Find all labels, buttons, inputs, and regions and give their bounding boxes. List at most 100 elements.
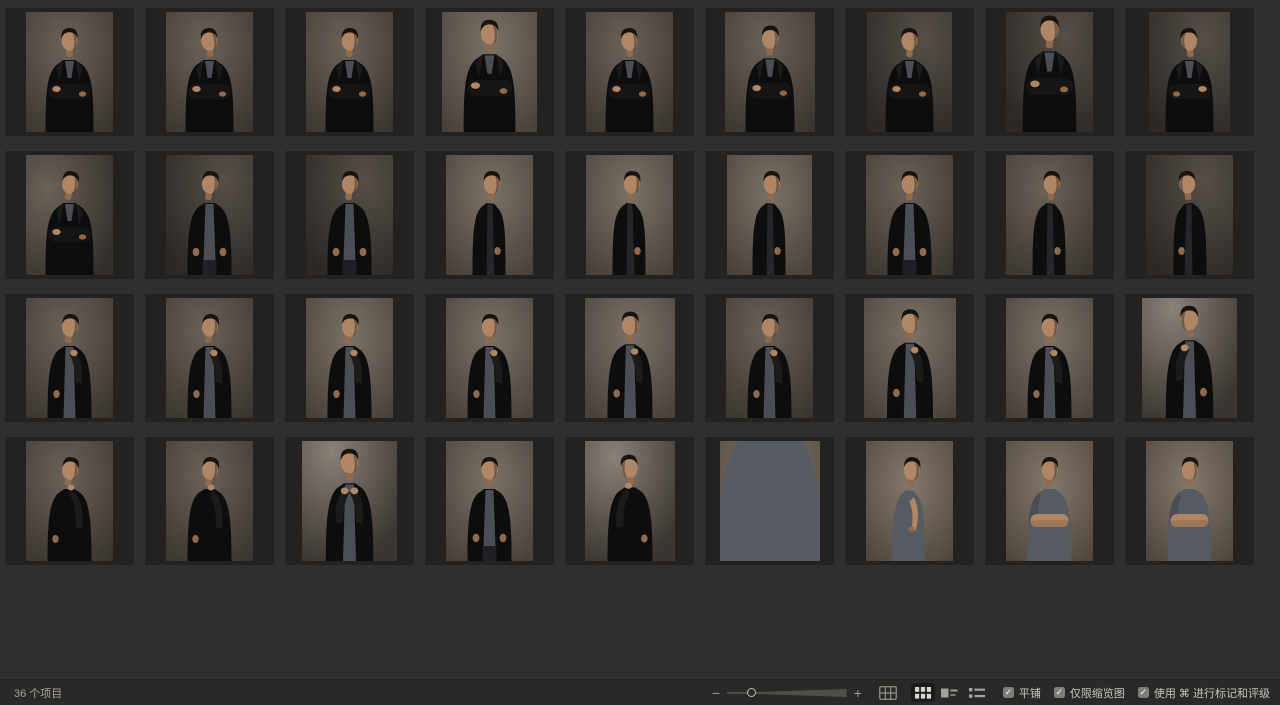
photo-thumbnail [725, 12, 815, 132]
checkbox-icon[interactable]: ✓ [1138, 687, 1149, 698]
thumbnail-cell[interactable] [845, 294, 974, 422]
photo-thumbnail [166, 441, 253, 561]
thumbnail-cell[interactable] [705, 294, 834, 422]
thumbnail-cell[interactable] [145, 437, 274, 565]
thumbnail-cell[interactable] [845, 8, 974, 136]
photo-thumbnail [586, 12, 673, 132]
photo-thumbnail [166, 298, 253, 418]
photo-thumbnail [26, 441, 113, 561]
photo-thumbnail [726, 298, 813, 418]
photo-thumbnail [585, 298, 675, 418]
list-view-button[interactable] [965, 683, 989, 702]
thumbnail-cell[interactable] [425, 294, 554, 422]
photo-thumbnail [302, 441, 397, 561]
checkbox-icon[interactable]: ✓ [1054, 687, 1065, 698]
photo-thumbnail [586, 155, 673, 275]
status-bar: 36 个项目 − + ✓ 平铺 ✓ 仅限缩览图 ✓ 使用 ⌘ 进行标记和评级 [0, 679, 1280, 705]
thumbnail-size-slider[interactable] [727, 686, 847, 699]
thumbnail-cell[interactable] [565, 151, 694, 279]
photo-thumbnail [446, 155, 533, 275]
photo-thumbnail [1146, 441, 1233, 561]
thumbnail-grid-view-button[interactable] [911, 683, 935, 702]
thumbnail-cell[interactable] [705, 151, 834, 279]
thumbnail-cell[interactable] [1125, 8, 1254, 136]
grid-frame-toggle-button[interactable] [876, 683, 900, 702]
thumbnail-cell[interactable] [565, 437, 694, 565]
details-view-button[interactable] [938, 683, 962, 702]
thumbnail-cell[interactable] [845, 151, 974, 279]
thumbnail-cell[interactable] [5, 8, 134, 136]
photo-thumbnail [866, 155, 953, 275]
photo-thumbnail [306, 155, 393, 275]
thumbnail-cell[interactable] [5, 151, 134, 279]
photo-thumbnail [1006, 155, 1093, 275]
option-checkbox-0[interactable]: ✓ 平铺 [1003, 685, 1041, 701]
photo-thumbnail [166, 155, 253, 275]
thumbnail-cell[interactable] [145, 8, 274, 136]
photo-thumbnail [720, 441, 820, 561]
photo-thumbnail [26, 298, 113, 418]
details-view-icon [941, 687, 958, 699]
photo-thumbnail [306, 12, 393, 132]
thumbnail-cell[interactable] [985, 437, 1114, 565]
checkbox-label: 仅限缩览图 [1070, 685, 1125, 701]
thumbnail-cell[interactable] [5, 294, 134, 422]
slider-knob[interactable] [747, 688, 756, 697]
photo-thumbnail [26, 12, 113, 132]
thumbnail-cell[interactable] [565, 8, 694, 136]
checkbox-label: 平铺 [1019, 685, 1041, 701]
thumbnail-cell[interactable] [425, 151, 554, 279]
grid-frame-toggle-icon [879, 686, 897, 700]
photo-thumbnail [1006, 12, 1093, 132]
zoom-in-button[interactable]: + [854, 686, 862, 700]
zoom-out-button[interactable]: − [712, 686, 720, 700]
item-count-label: 36 个项目 [14, 685, 62, 701]
thumbnail-cell[interactable] [705, 437, 834, 565]
list-view-icon [969, 687, 985, 699]
checkbox-label: 使用 ⌘ 进行标记和评级 [1154, 685, 1270, 701]
photo-thumbnail [306, 298, 393, 418]
photo-thumbnail [1006, 298, 1093, 418]
statusbar-controls: − + ✓ 平铺 ✓ 仅限缩览图 ✓ 使用 ⌘ 进行标记和评级 [712, 683, 1270, 702]
thumbnail-cell[interactable] [285, 437, 414, 565]
thumbnail-cell[interactable] [985, 294, 1114, 422]
thumbnail-cell[interactable] [705, 8, 834, 136]
photo-thumbnail [26, 155, 113, 275]
thumbnail-cell[interactable] [285, 8, 414, 136]
photo-thumbnail [442, 12, 537, 132]
photo-thumbnail [864, 298, 956, 418]
thumbnail-cell[interactable] [425, 8, 554, 136]
thumbnail-cell[interactable] [985, 8, 1114, 136]
thumbnail-cell[interactable] [285, 294, 414, 422]
photo-thumbnail [166, 12, 253, 132]
option-checkbox-2[interactable]: ✓ 使用 ⌘ 进行标记和评级 [1138, 685, 1270, 701]
thumbnail-cell[interactable] [1125, 437, 1254, 565]
thumbnail-cell[interactable] [1125, 294, 1254, 422]
thumbnail-cell[interactable] [285, 151, 414, 279]
thumbnail-size-slider-group: − + [712, 686, 862, 700]
photo-thumbnail [727, 155, 812, 275]
view-mode-buttons [876, 683, 989, 702]
thumbnail-grid-view-icon [915, 687, 931, 699]
option-checkboxes: ✓ 平铺 ✓ 仅限缩览图 ✓ 使用 ⌘ 进行标记和评级 [1003, 685, 1270, 701]
thumbnail-cell[interactable] [425, 437, 554, 565]
thumbnail-cell[interactable] [145, 151, 274, 279]
photo-thumbnail [585, 441, 675, 561]
slider-wedge [756, 689, 847, 697]
photo-thumbnail [866, 441, 953, 561]
thumbnail-grid [5, 8, 1254, 565]
photo-thumbnail [1146, 155, 1233, 275]
photo-thumbnail [446, 298, 533, 418]
checkbox-icon[interactable]: ✓ [1003, 687, 1014, 698]
thumbnail-cell[interactable] [565, 294, 694, 422]
thumbnail-cell[interactable] [845, 437, 974, 565]
photo-thumbnail [446, 441, 533, 561]
thumbnail-cell[interactable] [5, 437, 134, 565]
thumbnail-cell[interactable] [985, 151, 1114, 279]
photo-thumbnail [867, 12, 952, 132]
option-checkbox-1[interactable]: ✓ 仅限缩览图 [1054, 685, 1125, 701]
photo-thumbnail [1142, 298, 1237, 418]
thumbnail-cell[interactable] [1125, 151, 1254, 279]
photo-thumbnail [1149, 12, 1230, 132]
thumbnail-cell[interactable] [145, 294, 274, 422]
